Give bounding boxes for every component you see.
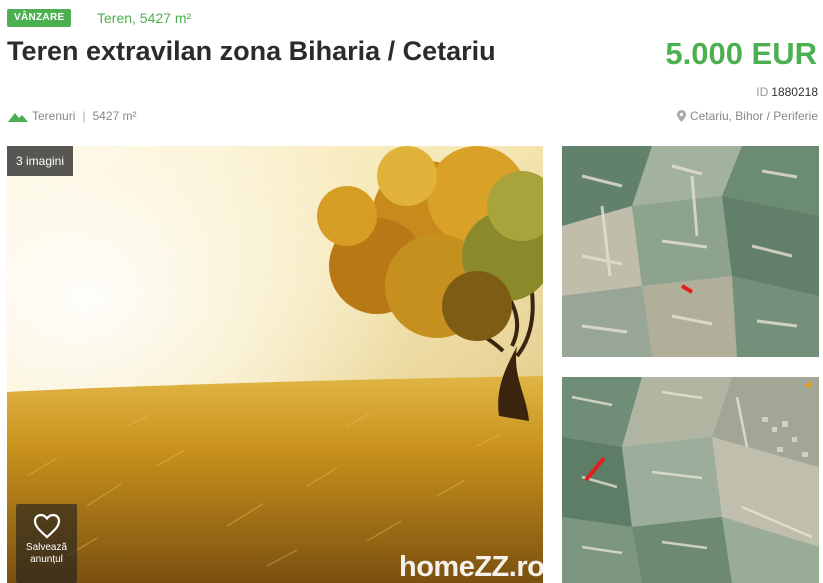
mountain-icon <box>8 113 28 122</box>
category-link[interactable]: Terenuri <box>32 108 75 124</box>
listing-price: 5.000 EUR <box>665 36 817 71</box>
sale-badge: VÂNZARE <box>7 9 72 27</box>
wheat-field-tree-photo <box>7 146 543 583</box>
listing-id-value: 1880218 <box>771 85 818 99</box>
listing-id: ID 1880218 <box>756 84 818 100</box>
satellite-map-photo-2 <box>562 377 819 583</box>
meta-divider: | <box>82 109 86 123</box>
homezz-watermark: homeZZ.ro <box>399 551 543 583</box>
image-count-badge: 3 imagini <box>7 146 74 176</box>
listing-id-label: ID <box>756 85 769 99</box>
location-text[interactable]: Cetariu, Bihor / Periferie <box>690 108 818 124</box>
save-label-line-2: anunțul <box>30 554 63 565</box>
listing-title: Teren extravilan zona Biharia / Cetariu <box>7 36 496 66</box>
heart-icon <box>33 513 60 539</box>
property-subtype: Teren, 5427 m² <box>97 10 192 26</box>
thumbnail-1[interactable] <box>562 146 819 357</box>
thumbnail-2[interactable] <box>562 377 819 583</box>
area-value: 5427 m² <box>92 109 137 123</box>
main-photo[interactable]: 3 imagini Salvează anunțul homeZZ.ro <box>7 146 543 583</box>
location-pin-icon <box>676 110 686 122</box>
listing-meta: Terenuri | 5427 m² <box>8 108 137 124</box>
satellite-map-photo-1 <box>562 146 819 357</box>
save-listing-button[interactable]: Salvează anunțul <box>16 504 77 583</box>
save-label-line-1: Salvează <box>25 542 68 553</box>
location: Cetariu, Bihor / Periferie <box>676 108 818 124</box>
